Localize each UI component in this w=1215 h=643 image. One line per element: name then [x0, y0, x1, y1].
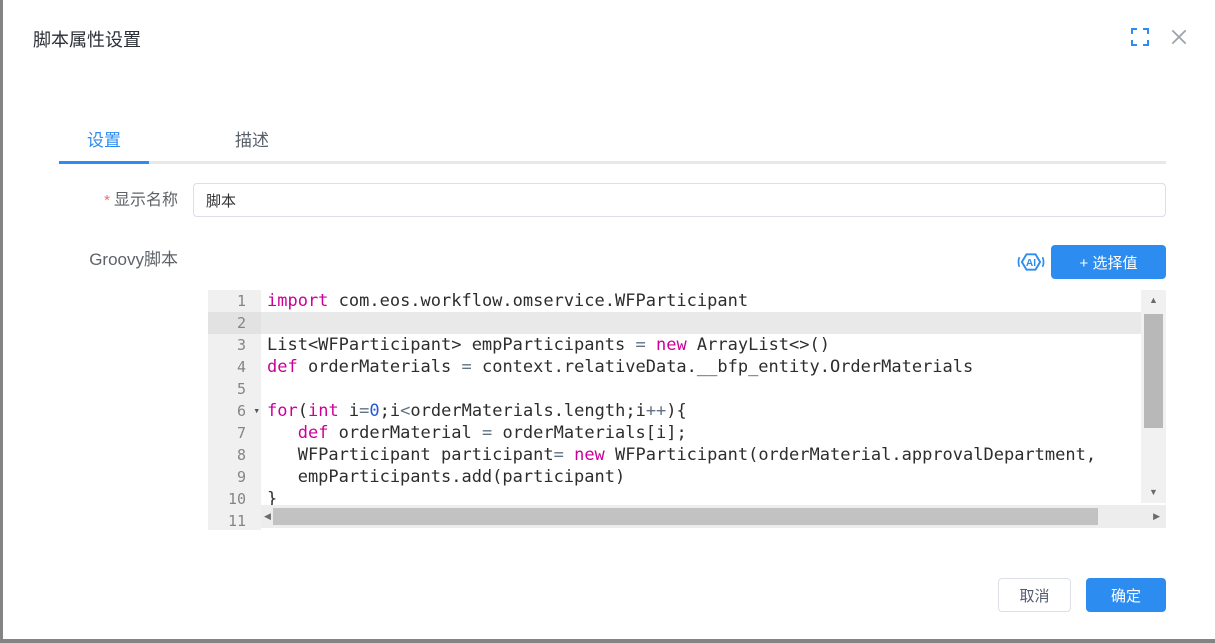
code-line[interactable]: 8 WFParticipant participant= new WFParti…	[208, 444, 1166, 466]
code-line-text: WFParticipant participant= new WFPartici…	[261, 444, 1166, 466]
scroll-up-icon[interactable]: ▲	[1149, 296, 1158, 305]
script-properties-dialog: 脚本属性设置 设置 描述 *显示名称 Groovy脚本 AI + 选择值 1im…	[0, 0, 1215, 643]
code-line[interactable]: 6▾for(int i=0;i<orderMaterials.length;i+…	[208, 400, 1166, 422]
horizontal-scrollbar-thumb[interactable]	[273, 508, 1098, 525]
scroll-left-icon[interactable]: ◀	[264, 512, 271, 521]
scroll-down-icon[interactable]: ▼	[1149, 488, 1158, 497]
fold-arrow-icon[interactable]: ▾	[253, 400, 260, 422]
dialog-title: 脚本属性设置	[33, 26, 141, 52]
scroll-right-icon[interactable]: ▶	[1153, 512, 1160, 521]
code-line[interactable]: 4def orderMaterials = context.relativeDa…	[208, 356, 1166, 378]
display-name-label-text: 显示名称	[114, 192, 178, 209]
code-lines: 1import com.eos.workflow.omservice.WFPar…	[208, 290, 1166, 530]
line-number: 2	[208, 312, 261, 334]
select-value-button[interactable]: + 选择值	[1051, 245, 1166, 279]
groovy-script-label: Groovy脚本	[23, 250, 178, 270]
line-number: 6▾	[208, 400, 261, 422]
close-icon-glyph	[1169, 27, 1189, 47]
fullscreen-icon-glyph	[1131, 28, 1149, 46]
code-line-text	[261, 378, 1166, 400]
tab-settings[interactable]: 设置	[59, 120, 149, 164]
code-line[interactable]: 7 def orderMaterial = orderMaterials[i];	[208, 422, 1166, 444]
line-number: 4	[208, 356, 261, 378]
line-number: 11	[208, 510, 261, 530]
code-line-text: def orderMaterial = orderMaterials[i];	[261, 422, 1166, 444]
code-line[interactable]: 5	[208, 378, 1166, 400]
code-line[interactable]: 2	[208, 312, 1166, 334]
groovy-code-editor[interactable]: 1import com.eos.workflow.omservice.WFPar…	[208, 290, 1166, 530]
display-name-input[interactable]	[193, 183, 1166, 217]
code-line-text	[261, 312, 1166, 334]
line-number: 9	[208, 466, 261, 488]
vertical-scrollbar[interactable]: ▲ ▼	[1141, 290, 1166, 503]
line-number: 1	[208, 290, 261, 312]
line-number: 3	[208, 334, 261, 356]
horizontal-scrollbar[interactable]: ◀ ▶	[261, 505, 1166, 528]
line-number: 8	[208, 444, 261, 466]
tab-bar: 设置 描述	[59, 120, 1166, 164]
tab-description[interactable]: 描述	[207, 120, 297, 164]
confirm-button[interactable]: 确定	[1086, 578, 1166, 612]
code-line[interactable]: 3List<WFParticipant> empParticipants = n…	[208, 334, 1166, 356]
code-line-text: def orderMaterials = context.relativeDat…	[261, 356, 1166, 378]
code-line-text: for(int i=0;i<orderMaterials.length;i++)…	[261, 400, 1166, 422]
code-line[interactable]: 1import com.eos.workflow.omservice.WFPar…	[208, 290, 1166, 312]
code-line-text: List<WFParticipant> empParticipants = ne…	[261, 334, 1166, 356]
ai-icon[interactable]: AI	[1015, 246, 1047, 278]
vertical-scrollbar-thumb[interactable]	[1144, 314, 1163, 428]
display-name-label: *显示名称	[23, 191, 178, 211]
line-number: 5	[208, 378, 261, 400]
cancel-button[interactable]: 取消	[998, 578, 1071, 612]
code-line-text: empParticipants.add(participant)	[261, 466, 1166, 488]
code-line[interactable]: 9 empParticipants.add(participant)	[208, 466, 1166, 488]
svg-text:AI: AI	[1026, 258, 1036, 269]
code-line-text: import com.eos.workflow.omservice.WFPart…	[261, 290, 1166, 312]
required-asterisk: *	[104, 192, 110, 209]
line-number: 10	[208, 488, 261, 510]
line-number: 7	[208, 422, 261, 444]
close-icon[interactable]	[1167, 25, 1191, 49]
fullscreen-icon[interactable]	[1130, 27, 1150, 47]
ai-icon-glyph: AI	[1016, 247, 1046, 277]
